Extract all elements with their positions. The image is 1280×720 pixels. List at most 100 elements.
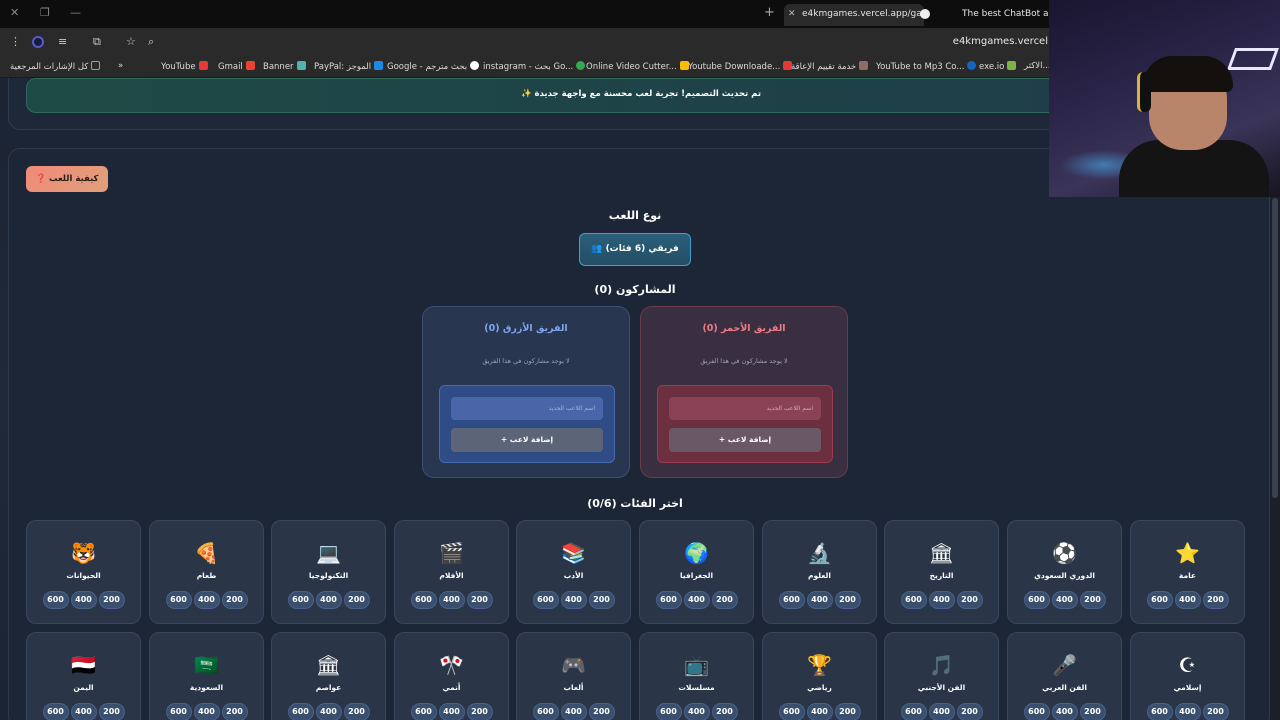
close-window-icon[interactable]: ✕ (10, 6, 19, 19)
points-button[interactable]: 400 (1051, 591, 1078, 609)
bookmark-item[interactable]: Google - بحث مترجم (387, 61, 480, 72)
category-card[interactable]: 🎮 ألعاب 600 400 200 (516, 632, 631, 720)
points-button[interactable]: 400 (683, 703, 710, 720)
points-button[interactable]: 400 (560, 703, 587, 720)
points-button[interactable]: 600 (900, 591, 927, 609)
points-button[interactable]: 200 (1202, 703, 1229, 720)
category-card[interactable]: 📺 مسلسلات 600 400 200 (639, 632, 754, 720)
new-tab-icon[interactable]: + (764, 5, 775, 20)
points-button[interactable]: 200 (1079, 703, 1106, 720)
bookmark-all[interactable]: كل الإشارات المرجعية (10, 61, 101, 72)
category-card[interactable]: ⚽ الدوري السعودي 600 400 200 (1007, 520, 1122, 624)
points-button[interactable]: 400 (193, 703, 220, 720)
points-button[interactable]: 600 (1023, 591, 1050, 609)
points-button[interactable]: 600 (655, 703, 682, 720)
bookmark-item[interactable]: YouTube (161, 61, 208, 72)
bookmark-item[interactable]: PayPal: الموجز (314, 61, 384, 72)
bookmark-item[interactable]: Banner (263, 61, 306, 72)
points-button[interactable]: 400 (70, 703, 97, 720)
points-button[interactable]: 600 (42, 703, 69, 720)
bookmark-item[interactable]: YouTube to Mp3 Co... (876, 61, 977, 72)
bookmarks-overflow-icon[interactable]: » (118, 61, 123, 71)
profile-icon[interactable] (32, 36, 44, 48)
menu-icon[interactable]: ⋮ (10, 35, 21, 48)
points-button[interactable]: 600 (532, 703, 559, 720)
bookmark-item[interactable]: الاكثر... (1024, 61, 1051, 71)
points-button[interactable]: 200 (466, 703, 493, 720)
points-button[interactable]: 600 (410, 591, 437, 609)
restore-window-icon[interactable]: ❐ (40, 6, 50, 19)
points-button[interactable]: 400 (1051, 703, 1078, 720)
bookmark-item[interactable]: Gmail (218, 61, 255, 72)
minimize-window-icon[interactable]: — (70, 6, 81, 19)
category-card[interactable]: 🏛 عواصم 600 400 200 (271, 632, 386, 720)
category-card[interactable]: ⭐ عامة 600 400 200 (1130, 520, 1245, 624)
red-add-player-button[interactable]: + إضافة لاعب (669, 428, 821, 452)
points-button[interactable]: 400 (438, 591, 465, 609)
category-card[interactable]: ☪ إسلامي 600 400 200 (1130, 632, 1245, 720)
category-card[interactable]: 🍕 طعام 600 400 200 (149, 520, 264, 624)
category-card[interactable]: 🔬 العلوم 600 400 200 (762, 520, 877, 624)
category-card[interactable]: 💻 التكنولوجيا 600 400 200 (271, 520, 386, 624)
points-button[interactable]: 200 (98, 591, 125, 609)
points-button[interactable]: 600 (655, 591, 682, 609)
how-to-play-button[interactable]: ❓ كيفية اللعب (26, 166, 108, 192)
star-bookmark-icon[interactable]: ☆ (126, 35, 136, 48)
points-button[interactable]: 400 (560, 591, 587, 609)
points-button[interactable]: 400 (315, 703, 342, 720)
points-button[interactable]: 600 (532, 591, 559, 609)
points-button[interactable]: 200 (98, 703, 125, 720)
points-button[interactable]: 200 (588, 703, 615, 720)
points-button[interactable]: 400 (806, 591, 833, 609)
points-button[interactable]: 400 (683, 591, 710, 609)
team-mode-button[interactable]: 👥 فريقي (6 فئات) (579, 233, 691, 266)
category-card[interactable]: 🐯 الحيوانات 600 400 200 (26, 520, 141, 624)
points-button[interactable]: 600 (1146, 591, 1173, 609)
points-button[interactable]: 400 (928, 591, 955, 609)
points-button[interactable]: 200 (343, 703, 370, 720)
points-button[interactable]: 600 (410, 703, 437, 720)
points-button[interactable]: 400 (193, 591, 220, 609)
points-button[interactable]: 600 (165, 703, 192, 720)
reading-list-icon[interactable]: ≡ (58, 35, 67, 48)
points-button[interactable]: 200 (956, 591, 983, 609)
bookmark-item[interactable]: خدمة تقييم الإعاقة (791, 61, 869, 72)
blue-player-name-input[interactable] (451, 397, 603, 420)
points-button[interactable]: 200 (221, 703, 248, 720)
bookmark-item[interactable]: exe.io (979, 61, 1017, 72)
points-button[interactable]: 400 (928, 703, 955, 720)
category-card[interactable]: 🌍 الجغرافيا 600 400 200 (639, 520, 754, 624)
points-button[interactable]: 600 (165, 591, 192, 609)
points-button[interactable]: 200 (834, 591, 861, 609)
points-button[interactable]: 400 (806, 703, 833, 720)
points-button[interactable]: 200 (711, 703, 738, 720)
points-button[interactable]: 600 (1146, 703, 1173, 720)
points-button[interactable]: 400 (438, 703, 465, 720)
category-card[interactable]: 🇾🇪 اليمن 600 400 200 (26, 632, 141, 720)
points-button[interactable]: 600 (42, 591, 69, 609)
scrollbar-thumb[interactable] (1272, 198, 1278, 498)
points-button[interactable]: 200 (221, 591, 248, 609)
points-button[interactable]: 600 (778, 591, 805, 609)
points-button[interactable]: 400 (70, 591, 97, 609)
search-icon[interactable]: ⌕ (148, 35, 154, 49)
tab-chatbot[interactable]: The best ChatBot and Wi (944, 4, 1054, 26)
close-tab-icon[interactable]: ✕ (788, 4, 796, 24)
url-field[interactable]: e4kmgames.vercel (953, 36, 1048, 47)
category-card[interactable]: 🇸🇦 السعودية 600 400 200 (149, 632, 264, 720)
category-card[interactable]: 🎵 الفن الأجنبي 600 400 200 (884, 632, 999, 720)
points-button[interactable]: 600 (778, 703, 805, 720)
category-card[interactable]: 📚 الأدب 600 400 200 (516, 520, 631, 624)
category-card[interactable]: 🎬 الأفلام 600 400 200 (394, 520, 509, 624)
category-card[interactable]: 🏛 التاريخ 600 400 200 (884, 520, 999, 624)
points-button[interactable]: 200 (956, 703, 983, 720)
extensions-icon[interactable]: ⧉ (93, 35, 101, 49)
points-button[interactable]: 200 (1079, 591, 1106, 609)
points-button[interactable]: 200 (466, 591, 493, 609)
points-button[interactable]: 600 (287, 591, 314, 609)
category-card[interactable]: 🎤 الفن العربي 600 400 200 (1007, 632, 1122, 720)
category-card[interactable]: 🏆 رياضي 600 400 200 (762, 632, 877, 720)
points-button[interactable]: 200 (711, 591, 738, 609)
points-button[interactable]: 600 (1023, 703, 1050, 720)
points-button[interactable]: 400 (1174, 591, 1201, 609)
